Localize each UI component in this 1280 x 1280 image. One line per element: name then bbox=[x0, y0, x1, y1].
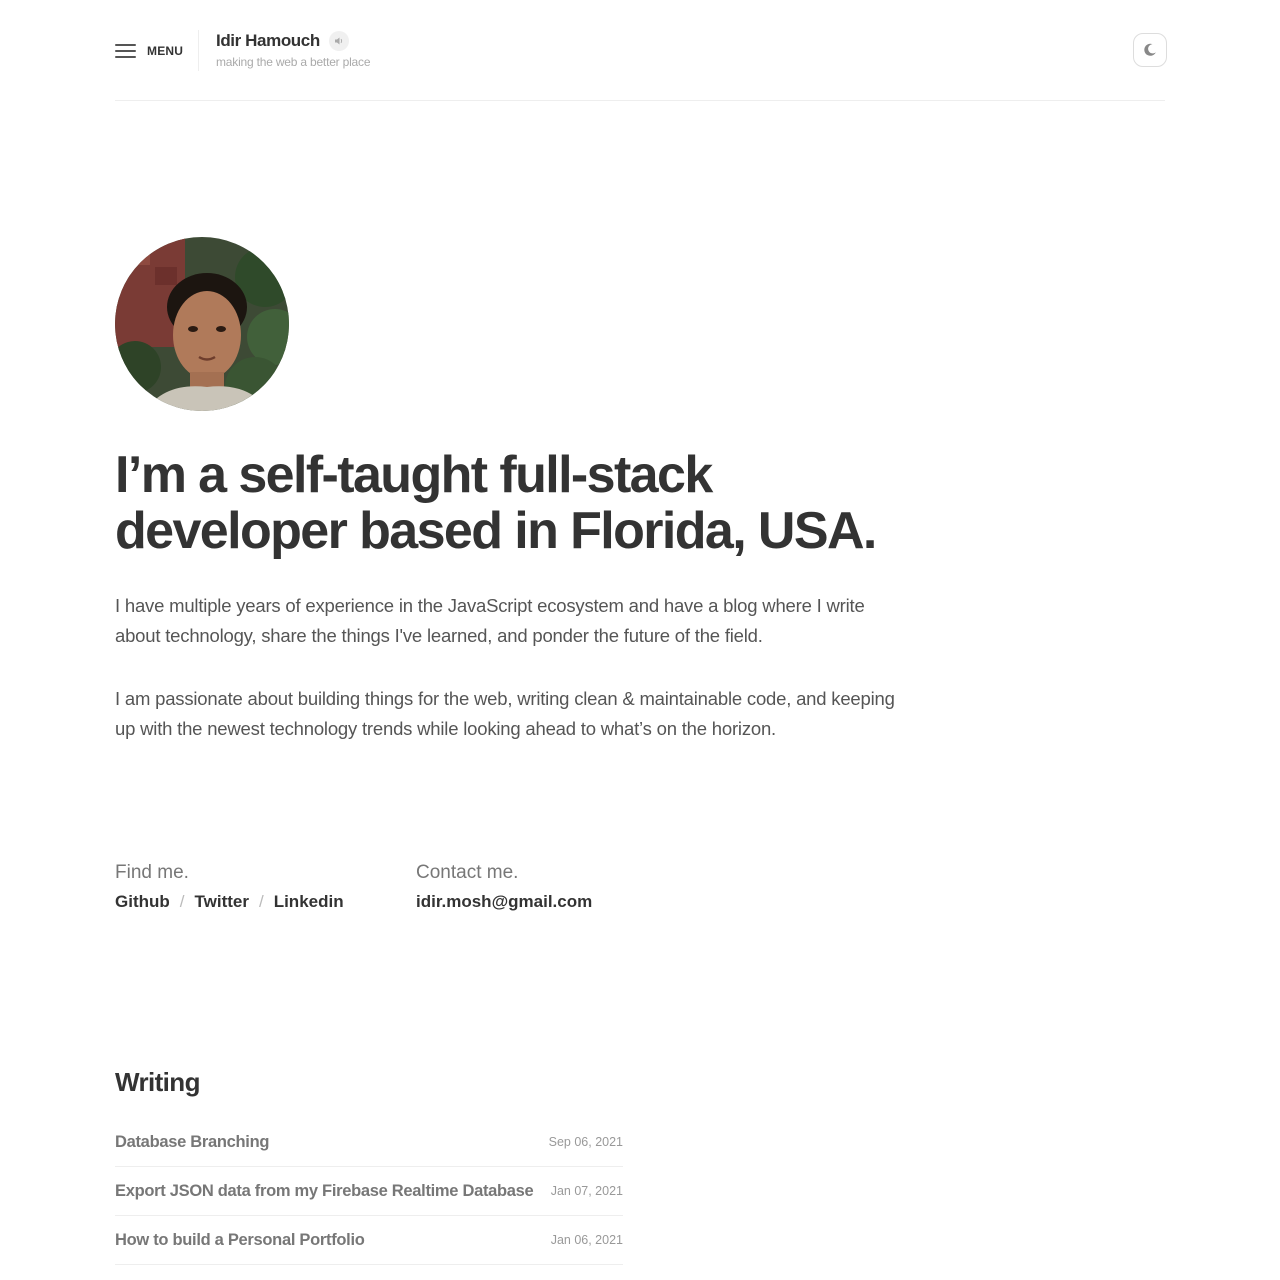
intro-paragraph-1: I have multiple years of experience in t… bbox=[115, 595, 865, 646]
email-link[interactable]: idir.mosh@gmail.com bbox=[416, 892, 592, 912]
intro-paragraph-2: I am passionate about building things fo… bbox=[115, 688, 895, 739]
menu-label: MENU bbox=[147, 44, 184, 58]
brand-name[interactable]: Idir Hamouch bbox=[216, 31, 320, 51]
post-item[interactable]: How to build a Personal Portfolio Jan 06… bbox=[115, 1216, 623, 1265]
post-item[interactable]: Export JSON data from my Firebase Realti… bbox=[115, 1167, 623, 1216]
moon-icon bbox=[1144, 43, 1156, 56]
post-title[interactable]: Database Branching bbox=[115, 1133, 269, 1152]
link-separator: / bbox=[179, 892, 185, 911]
hero-title: I’m a self-taught full-stack developer b… bbox=[115, 447, 915, 559]
twitter-link[interactable]: Twitter bbox=[195, 892, 249, 912]
brand: Idir Hamouch making the web a better pla… bbox=[216, 31, 370, 69]
site-header: MENU Idir Hamouch making the web a bette… bbox=[115, 0, 1167, 101]
header-divider bbox=[198, 30, 199, 71]
avatar bbox=[115, 237, 289, 411]
github-link[interactable]: Github bbox=[115, 892, 170, 912]
find-me-label: Find me. bbox=[115, 862, 189, 883]
linkedin-link[interactable]: Linkedin bbox=[274, 892, 344, 912]
post-date: Jan 06, 2021 bbox=[550, 1233, 623, 1247]
menu-button[interactable]: MENU bbox=[115, 41, 183, 61]
hamburger-icon bbox=[115, 43, 136, 59]
post-title[interactable]: Export JSON data from my Firebase Realti… bbox=[115, 1182, 534, 1201]
hero-title-line-1: I’m a self-taught full-stack bbox=[115, 446, 713, 504]
contact-me-label: Contact me. bbox=[416, 862, 519, 883]
social-links: Github / Twitter / Linkedin bbox=[115, 892, 344, 912]
writing-heading: Writing bbox=[115, 1067, 200, 1097]
posts-list: Database Branching Sep 06, 2021 Export J… bbox=[115, 1118, 623, 1265]
brand-tagline: making the web a better place bbox=[216, 55, 371, 69]
speaker-icon[interactable] bbox=[328, 31, 349, 51]
post-item[interactable]: Database Branching Sep 06, 2021 bbox=[115, 1118, 623, 1167]
post-date: Jan 07, 2021 bbox=[550, 1184, 623, 1198]
post-date: Sep 06, 2021 bbox=[548, 1135, 623, 1149]
theme-toggle-button[interactable] bbox=[1133, 33, 1167, 67]
post-title[interactable]: How to build a Personal Portfolio bbox=[115, 1231, 365, 1250]
link-separator: / bbox=[258, 892, 264, 911]
page: MENU Idir Hamouch making the web a bette… bbox=[0, 0, 1280, 1280]
hero-title-line-2: developer based in Florida, USA. bbox=[115, 502, 877, 560]
